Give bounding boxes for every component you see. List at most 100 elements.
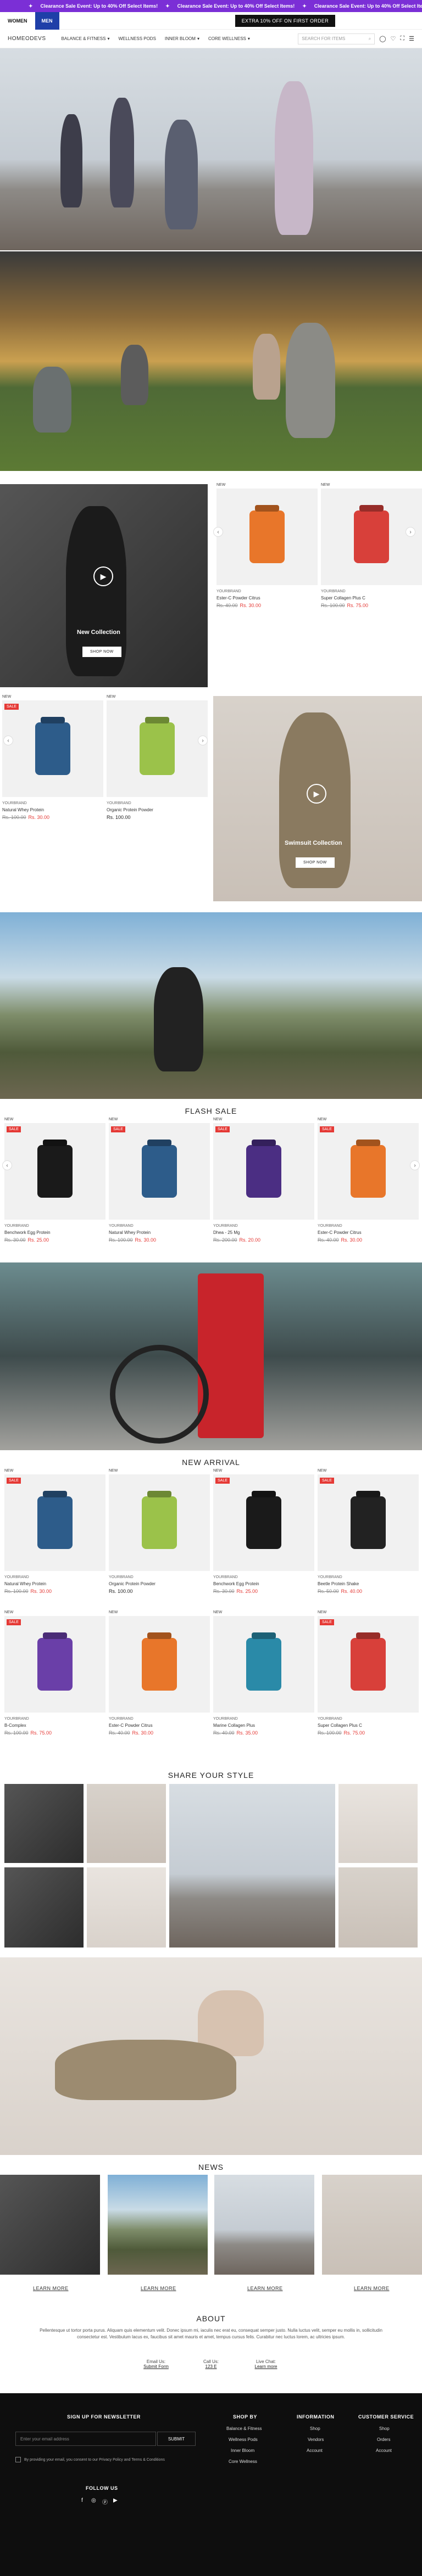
- footer-link[interactable]: Vendors: [308, 2437, 324, 2442]
- consent-checkbox[interactable]: [15, 2457, 21, 2462]
- product-name[interactable]: Natural Whey Protein: [2, 807, 103, 812]
- product-card[interactable]: NEW SALE YOURBRAND Dhea - 25 Mg Rs. 200.00 Rs…: [213, 1118, 314, 1243]
- nav-item[interactable]: CORE WELLNESS ▾: [208, 36, 250, 41]
- product-image[interactable]: NEW: [213, 1610, 314, 1713]
- promo-video-swimsuit-collection[interactable]: ▶ Swimsuit Collection SHOP NOW: [213, 696, 422, 901]
- news-image[interactable]: [214, 2175, 314, 2275]
- product-image[interactable]: NEW SALE: [318, 1469, 419, 1571]
- product-name[interactable]: Ester-C Powder Citrus: [318, 1230, 419, 1235]
- learn-more-link[interactable]: LEARN MORE: [247, 2286, 283, 2291]
- facebook-icon[interactable]: f: [81, 2498, 83, 2504]
- promo-video-new-collection[interactable]: ▶ New Collection SHOP NOW: [0, 484, 208, 687]
- product-image[interactable]: NEW SALE: [109, 1118, 210, 1220]
- gallery-image[interactable]: [4, 1867, 84, 1948]
- footer-link[interactable]: Shop: [379, 2426, 390, 2431]
- carousel-prev-arrow[interactable]: ‹: [2, 1160, 12, 1170]
- gallery-image[interactable]: [169, 1784, 335, 1948]
- learn-more-link[interactable]: LEARN MORE: [354, 2286, 390, 2291]
- footer-link[interactable]: Balance & Fitness: [226, 2426, 262, 2431]
- product-image[interactable]: NEW SALE: [4, 1469, 106, 1571]
- product-card[interactable]: NEW SALE YOURBRAND Benchwork Egg Protein Rs.…: [4, 1118, 106, 1243]
- product-card[interactable]: NEW SALE YOURBRAND Natural Whey Protein Rs. …: [4, 1469, 106, 1594]
- carousel-next-arrow[interactable]: ›: [406, 527, 415, 537]
- nav-item[interactable]: WELLNESS PODS: [118, 36, 156, 41]
- learn-more-link[interactable]: LEARN MORE: [33, 2286, 69, 2291]
- learn-more-link[interactable]: LEARN MORE: [141, 2286, 176, 2291]
- product-image[interactable]: NEW: [109, 1610, 210, 1713]
- tab-women[interactable]: WOMEN: [0, 12, 35, 30]
- product-name[interactable]: Benchwork Egg Protein: [4, 1230, 106, 1235]
- product-card[interactable]: NEW YOURBRAND Super Collagen Plus C Rs. 100…: [321, 483, 422, 608]
- play-icon[interactable]: ▶: [307, 784, 326, 804]
- product-card[interactable]: NEW SALE YOURBRAND Natural Whey Protein Rs. …: [109, 1118, 210, 1243]
- gallery-image[interactable]: [338, 1784, 418, 1863]
- product-name[interactable]: Ester-C Powder Citrus: [109, 1723, 210, 1728]
- carousel-prev-arrow[interactable]: ‹: [213, 527, 223, 537]
- gallery-image[interactable]: [4, 1784, 84, 1863]
- logo[interactable]: HOMEODEVS: [8, 36, 46, 42]
- footer-link[interactable]: Wellness Pods: [229, 2437, 258, 2442]
- product-name[interactable]: Organic Protein Powder: [107, 807, 208, 812]
- carousel-next-arrow[interactable]: ›: [410, 1160, 420, 1170]
- product-name[interactable]: Beetle Protein Shake: [318, 1581, 419, 1586]
- footer-link[interactable]: Shop: [310, 2426, 320, 2431]
- product-image[interactable]: NEW: [107, 695, 208, 797]
- product-card[interactable]: NEW SALE YOURBRAND Natural Whey Protein Rs. …: [2, 695, 103, 820]
- product-name[interactable]: Dhea - 25 Mg: [213, 1230, 314, 1235]
- product-card[interactable]: NEW YOURBRAND Ester-C Powder Citrus Rs. 40.…: [216, 483, 318, 608]
- shop-now-button[interactable]: SHOP NOW: [296, 857, 335, 868]
- product-card[interactable]: NEW SALE YOURBRAND Benchwork Egg Protein Rs.…: [213, 1469, 314, 1594]
- footer-link[interactable]: Orders: [377, 2437, 390, 2442]
- product-card[interactable]: NEW SALE YOURBRAND Beetle Protein Shake Rs. …: [318, 1469, 419, 1594]
- gallery-image[interactable]: [338, 1867, 418, 1948]
- contact-link[interactable]: Submit Form: [129, 2364, 184, 2369]
- news-image[interactable]: [108, 2175, 208, 2275]
- footer-link[interactable]: Core Wellness: [229, 2459, 257, 2464]
- footer-link[interactable]: Inner Bloom: [231, 2448, 254, 2453]
- product-name[interactable]: Natural Whey Protein: [109, 1230, 210, 1235]
- carousel-prev-arrow[interactable]: ‹: [3, 736, 13, 745]
- product-card[interactable]: NEW SALE YOURBRAND Super Collagen Plus C Rs.…: [318, 1610, 419, 1736]
- product-card[interactable]: NEW SALE YOURBRAND B-Complex Rs. 100.00 Rs. 7…: [4, 1610, 106, 1736]
- footer-link[interactable]: Account: [376, 2448, 392, 2453]
- gallery-image[interactable]: [87, 1784, 166, 1863]
- product-image[interactable]: NEW: [216, 483, 318, 585]
- product-name[interactable]: Ester-C Powder Citrus: [216, 596, 318, 600]
- product-name[interactable]: Marine Collagen Plus: [213, 1723, 314, 1728]
- tab-men[interactable]: MEN: [35, 12, 59, 30]
- play-icon[interactable]: ▶: [93, 566, 113, 586]
- nav-item[interactable]: INNER BLOOM ▾: [165, 36, 199, 41]
- product-image[interactable]: NEW SALE: [213, 1469, 314, 1571]
- product-image[interactable]: NEW SALE: [4, 1118, 106, 1220]
- product-name[interactable]: Super Collagen Plus C: [321, 596, 422, 600]
- product-image[interactable]: NEW: [109, 1469, 210, 1571]
- user-icon[interactable]: ◯: [379, 35, 386, 42]
- menu-icon[interactable]: ☰: [409, 35, 414, 42]
- product-card[interactable]: NEW SALE YOURBRAND Ester-C Powder Citrus Rs.…: [318, 1118, 419, 1243]
- product-image[interactable]: NEW: [321, 483, 422, 585]
- newsletter-email-input[interactable]: Enter your email address: [15, 2432, 156, 2446]
- product-name[interactable]: Organic Protein Powder: [109, 1581, 210, 1586]
- product-name[interactable]: Natural Whey Protein: [4, 1581, 106, 1586]
- gallery-image[interactable]: [87, 1867, 166, 1948]
- product-image[interactable]: NEW SALE: [2, 695, 103, 797]
- news-image[interactable]: [322, 2175, 422, 2275]
- product-image[interactable]: NEW SALE: [318, 1118, 419, 1220]
- carousel-next-arrow[interactable]: ›: [198, 736, 208, 745]
- product-card[interactable]: NEW YOURBRAND Ester-C Powder Citrus Rs. 40.…: [109, 1610, 210, 1736]
- contact-link[interactable]: 123 E: [184, 2364, 238, 2369]
- product-card[interactable]: NEW YOURBRAND Marine Collagen Plus Rs. 40.0…: [213, 1610, 314, 1736]
- newsletter-submit-button[interactable]: SUBMIT: [157, 2432, 196, 2446]
- youtube-icon[interactable]: ▶: [113, 2498, 118, 2504]
- instagram-icon[interactable]: ◎: [91, 2498, 96, 2504]
- product-image[interactable]: NEW SALE: [4, 1610, 106, 1713]
- product-card[interactable]: NEW YOURBRAND Organic Protein Powder Rs. 10…: [107, 695, 208, 820]
- cart-icon[interactable]: ⛶: [400, 35, 404, 42]
- wishlist-icon[interactable]: ♡: [391, 35, 396, 42]
- nav-item[interactable]: BALANCE & FITNESS ▾: [62, 36, 110, 41]
- product-name[interactable]: Super Collagen Plus C: [318, 1723, 419, 1728]
- footer-link[interactable]: Account: [307, 2448, 323, 2453]
- contact-link[interactable]: Learn more: [238, 2364, 293, 2369]
- product-name[interactable]: B-Complex: [4, 1723, 106, 1728]
- product-card[interactable]: NEW YOURBRAND Organic Protein Powder Rs. 10…: [109, 1469, 210, 1594]
